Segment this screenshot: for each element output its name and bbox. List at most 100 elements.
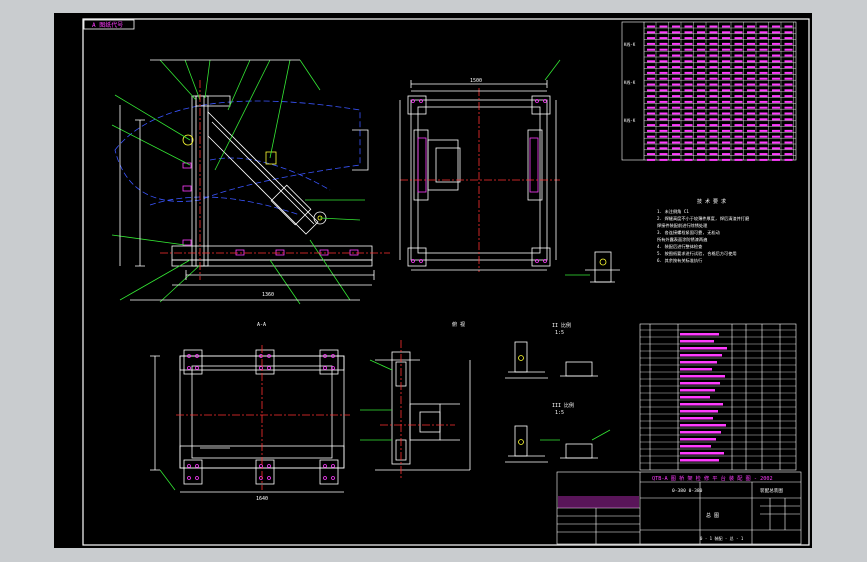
table-cell-value	[647, 124, 655, 127]
table-cell-value	[784, 31, 793, 34]
table-cell-value	[759, 83, 768, 86]
table-cell-value	[734, 118, 743, 121]
table-cell-value	[672, 129, 680, 132]
part-name-entry	[680, 445, 711, 448]
table-cell-value	[772, 71, 780, 74]
table-cell-value	[772, 106, 780, 109]
table-cell-value	[672, 158, 680, 161]
table-cell-value	[784, 37, 793, 40]
table-cell-value	[734, 89, 743, 92]
table-cell-value	[759, 112, 768, 115]
table-cell-value	[659, 135, 668, 138]
table-cell-value	[697, 95, 705, 98]
table-cell-value	[709, 48, 718, 51]
table-cell-value	[772, 112, 780, 115]
table-cell-value	[709, 89, 718, 92]
table-cell-value	[734, 83, 743, 86]
part-name-entry	[680, 396, 710, 399]
table-cell-value	[722, 135, 730, 138]
table-cell-value	[684, 100, 693, 103]
dim-top-width: 1640	[256, 496, 268, 502]
table-cell-value	[772, 77, 780, 80]
table-side-label: K线-K	[624, 79, 636, 85]
table-cell-value	[784, 95, 793, 98]
table-cell-value	[734, 54, 743, 57]
part-name-entry	[680, 382, 720, 385]
table-cell-value	[647, 37, 655, 40]
table-cell-value	[722, 95, 730, 98]
table-cell-value	[697, 42, 705, 45]
table-cell-value	[772, 147, 780, 150]
table-cell-value	[647, 77, 655, 80]
table-cell-value	[734, 95, 743, 98]
table-cell-value	[747, 100, 755, 103]
table-cell-value	[697, 71, 705, 74]
table-cell-value	[647, 106, 655, 109]
table-cell-value	[659, 42, 668, 45]
table-cell-value	[772, 124, 780, 127]
table-cell-value	[684, 54, 693, 57]
table-cell-value	[659, 25, 668, 28]
table-cell-value	[684, 42, 693, 45]
table-side-label: K线-K	[624, 41, 636, 47]
table-cell-value	[772, 25, 780, 28]
table-cell-value	[647, 95, 655, 98]
table-cell-value	[697, 89, 705, 92]
table-cell-value	[647, 135, 655, 138]
part-name-entry	[680, 424, 726, 427]
table-cell-value	[759, 124, 768, 127]
table-cell-value	[684, 129, 693, 132]
table-cell-value	[772, 129, 780, 132]
code-left: 0-380 0-380	[672, 488, 703, 494]
frame-tag-text: A 图纸代号	[92, 21, 123, 29]
table-cell-value	[672, 106, 680, 109]
table-cell-value	[709, 124, 718, 127]
table-cell-value	[772, 31, 780, 34]
table-cell-value	[759, 77, 768, 80]
table-cell-value	[684, 106, 693, 109]
table-cell-value	[722, 54, 730, 57]
table-cell-value	[697, 54, 705, 57]
table-cell-value	[747, 124, 755, 127]
table-cell-value	[684, 25, 693, 28]
detail-scale-1: 1:5	[555, 330, 564, 336]
table-cell-value	[684, 48, 693, 51]
table-cell-value	[784, 77, 793, 80]
table-cell-value	[659, 48, 668, 51]
table-cell-value	[734, 77, 743, 80]
table-cell-value	[659, 153, 668, 156]
table-cell-value	[709, 77, 718, 80]
table-cell-value	[647, 100, 655, 103]
table-cell-value	[684, 147, 693, 150]
table-cell-value	[722, 42, 730, 45]
table-cell-value	[772, 95, 780, 98]
table-cell-value	[759, 95, 768, 98]
table-cell-value	[759, 135, 768, 138]
part-name-entry	[680, 361, 717, 364]
table-cell-value	[709, 158, 718, 161]
table-cell-value	[684, 66, 693, 69]
note-line: 3. 各连接螺栓紧固可靠, 无松动	[657, 229, 720, 236]
notes-title: 技 术 要 求	[697, 198, 726, 205]
table-cell-value	[784, 135, 793, 138]
table-cell-value	[759, 48, 768, 51]
code-right: 装配总装图	[760, 487, 783, 494]
table-cell-value	[784, 141, 793, 144]
table-cell-value	[697, 31, 705, 34]
table-cell-value	[709, 42, 718, 45]
table-cell-value	[697, 112, 705, 115]
table-cell-value	[772, 158, 780, 161]
table-cell-value	[734, 100, 743, 103]
table-cell-value	[697, 158, 705, 161]
part-name-entry	[680, 403, 723, 406]
table-cell-value	[659, 112, 668, 115]
table-cell-value	[684, 37, 693, 40]
table-cell-value	[697, 48, 705, 51]
drawing-number: 0 - 1 装配 - 总 - 1	[700, 535, 744, 541]
table-cell-value	[709, 25, 718, 28]
table-cell-value	[709, 95, 718, 98]
table-cell-value	[684, 31, 693, 34]
table-cell-value	[734, 42, 743, 45]
table-cell-value	[659, 71, 668, 74]
table-cell-value	[684, 77, 693, 80]
